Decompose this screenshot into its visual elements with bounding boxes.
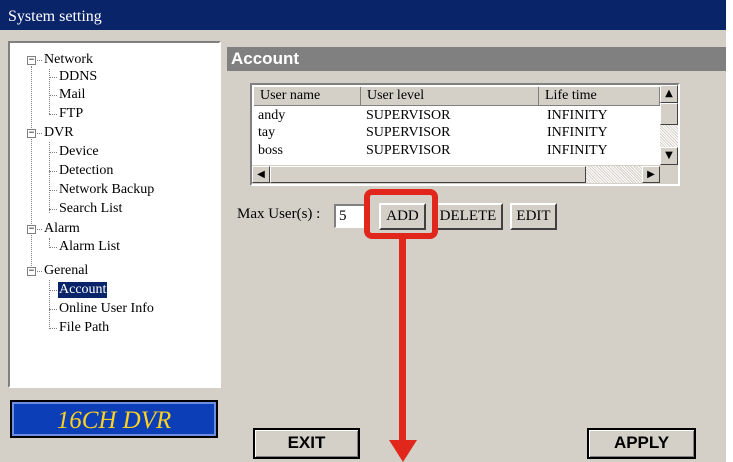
column-header-user-name[interactable]: User name bbox=[254, 87, 361, 106]
panel-header: Account bbox=[227, 47, 726, 71]
delete-button[interactable]: DELETE bbox=[433, 203, 503, 230]
tree-group-network[interactable]: Network bbox=[44, 52, 93, 68]
right-margin bbox=[726, 0, 733, 462]
dvr-logo: 16CH DVR bbox=[10, 400, 218, 438]
column-header-life-time[interactable]: Life time bbox=[539, 87, 660, 106]
column-header-user-level[interactable]: User level bbox=[361, 87, 539, 106]
collapse-network-icon[interactable]: − bbox=[27, 56, 36, 65]
tree-item-detection[interactable]: Detection bbox=[59, 163, 113, 179]
tree-item-network-backup[interactable]: Network Backup bbox=[59, 182, 154, 198]
tree-item-alarm-list[interactable]: Alarm List bbox=[59, 239, 120, 255]
title-bar[interactable]: System setting bbox=[0, 0, 726, 30]
cell-life-time: INFINITY bbox=[547, 125, 608, 140]
cell-user-level: SUPERVISOR bbox=[366, 108, 451, 123]
vertical-scrollbar[interactable]: ▲ ▼ bbox=[660, 85, 678, 165]
max-users-label: Max User(s) : bbox=[237, 206, 321, 222]
tree-item-device[interactable]: Device bbox=[59, 144, 99, 160]
scroll-right-icon[interactable]: ▶ bbox=[642, 166, 660, 183]
cell-user-level: SUPERVISOR bbox=[366, 125, 451, 140]
horizontal-scrollbar[interactable]: ◀ ▶ bbox=[252, 165, 678, 184]
tree-item-online-user-info[interactable]: Online User Info bbox=[59, 301, 154, 317]
collapse-dvr-icon[interactable]: − bbox=[27, 129, 36, 138]
cell-user-name: boss bbox=[258, 143, 283, 158]
window-title: System setting bbox=[8, 8, 102, 25]
cell-user-name: tay bbox=[258, 125, 276, 140]
cell-life-time: INFINITY bbox=[547, 143, 608, 158]
arrow-down-icon bbox=[399, 238, 406, 441]
tree-item-search-list[interactable]: Search List bbox=[59, 201, 122, 217]
tree-item-ddns[interactable]: DDNS bbox=[59, 69, 97, 85]
max-users-input[interactable]: 5 bbox=[334, 204, 367, 228]
table-row[interactable]: boss SUPERVISOR INFINITY bbox=[252, 143, 660, 161]
cell-life-time: INFINITY bbox=[547, 108, 608, 123]
exit-button[interactable]: EXIT bbox=[253, 428, 360, 459]
tree-group-general[interactable]: Gerenal bbox=[44, 263, 88, 279]
cell-user-level: SUPERVISOR bbox=[366, 143, 451, 158]
add-button-highlight bbox=[364, 189, 438, 239]
tree-group-dvr[interactable]: DVR bbox=[44, 125, 74, 141]
arrow-head-icon bbox=[389, 440, 417, 462]
tree-item-account[interactable]: Account bbox=[58, 282, 108, 298]
apply-button[interactable]: APPLY bbox=[587, 428, 696, 459]
system-setting-window: System setting − Network DDNS Mail FTP −… bbox=[0, 0, 726, 462]
scroll-down-icon[interactable]: ▼ bbox=[660, 147, 678, 165]
collapse-general-icon[interactable]: − bbox=[27, 267, 36, 276]
tree-item-mail[interactable]: Mail bbox=[59, 87, 85, 103]
scroll-up-icon[interactable]: ▲ bbox=[660, 85, 678, 103]
tree-item-file-path[interactable]: File Path bbox=[59, 320, 109, 336]
user-list[interactable]: User name User level Life time andy SUPE… bbox=[250, 83, 680, 186]
logo-text: 16CH DVR bbox=[56, 407, 172, 434]
table-row[interactable]: tay SUPERVISOR INFINITY bbox=[252, 125, 660, 143]
scroll-left-icon[interactable]: ◀ bbox=[252, 166, 270, 183]
vertical-scroll-track[interactable] bbox=[660, 125, 678, 147]
cell-user-name: andy bbox=[258, 108, 286, 123]
table-row[interactable]: andy SUPERVISOR INFINITY bbox=[252, 107, 660, 125]
tree-item-ftp[interactable]: FTP bbox=[59, 106, 83, 122]
collapse-alarm-icon[interactable]: − bbox=[27, 225, 36, 234]
vertical-scroll-thumb[interactable] bbox=[660, 103, 678, 125]
horizontal-scroll-thumb[interactable] bbox=[270, 166, 586, 183]
panel-title: Account bbox=[231, 49, 299, 68]
tree-group-alarm[interactable]: Alarm bbox=[44, 221, 80, 237]
horizontal-scroll-track[interactable] bbox=[586, 166, 642, 183]
settings-tree: − Network DDNS Mail FTP − DVR Device Det… bbox=[8, 41, 221, 388]
edit-button[interactable]: EDIT bbox=[510, 203, 557, 230]
